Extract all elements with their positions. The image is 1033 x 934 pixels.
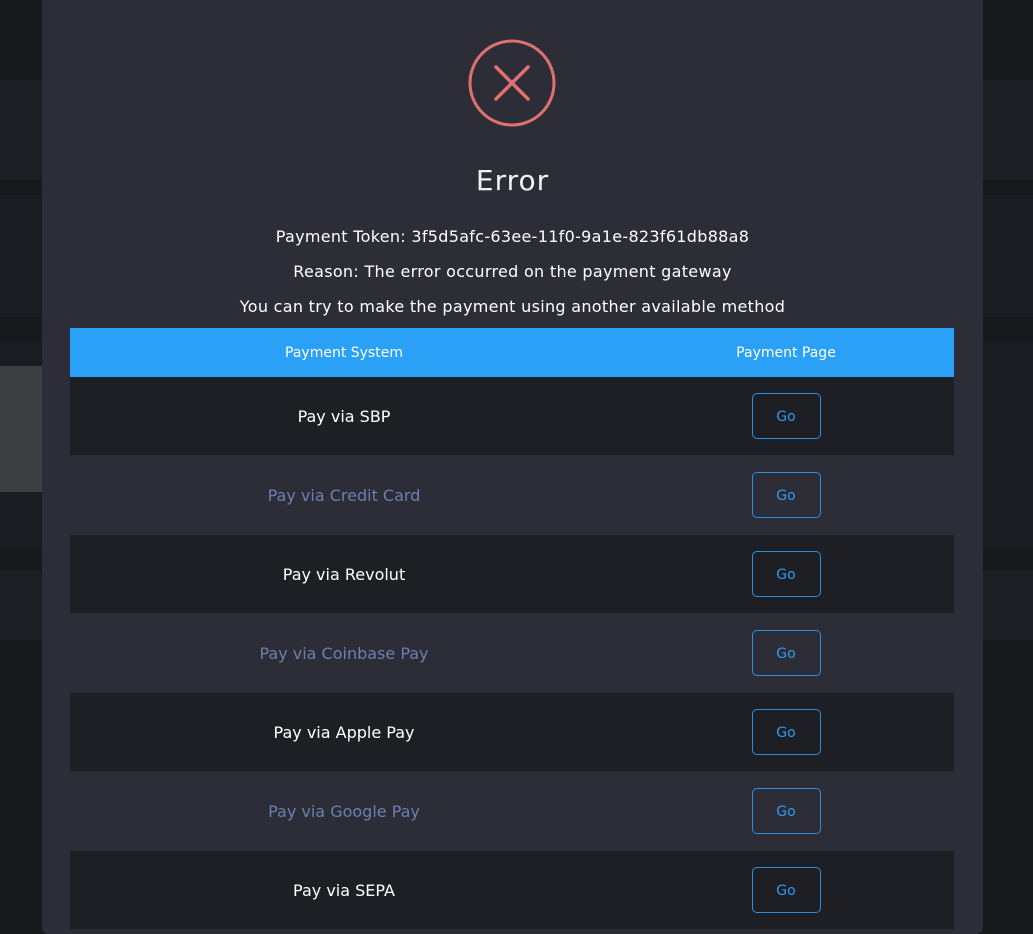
table-row: Pay via SEPA Go (70, 851, 954, 930)
row-action-cell: Go (618, 709, 954, 755)
error-x-circle-icon (468, 39, 556, 127)
payment-system-name: Pay via Credit Card (267, 485, 421, 505)
payment-methods-table: Payment System Payment Page Pay via SBP … (70, 328, 954, 930)
column-header-payment-page: Payment Page (736, 344, 836, 361)
table-row: Pay via Google Pay Go (70, 772, 954, 851)
payment-system-name: Pay via Revolut (282, 564, 406, 584)
row-action-cell: Go (618, 472, 954, 518)
go-button-google-pay[interactable]: Go (751, 788, 821, 834)
payment-token-text: Payment Token: 3f5d5afc-63ee-11f0-9a1e-8… (275, 227, 750, 246)
go-button-apple-pay[interactable]: Go (751, 709, 821, 755)
table-row: Pay via SBP Go (70, 377, 954, 456)
table-row: Pay via Credit Card Go (70, 456, 954, 535)
go-button-sepa[interactable]: Go (751, 867, 821, 913)
row-action-cell: Go (618, 867, 954, 913)
table-row: Pay via Revolut Go (70, 535, 954, 614)
row-action-cell: Go (618, 630, 954, 676)
payment-system-name: Pay via Coinbase Pay (259, 643, 429, 663)
table-header: Payment System Payment Page (70, 328, 954, 377)
payment-system-name: Pay via Apple Pay (273, 722, 415, 742)
payment-system-name: Pay via Google Pay (268, 801, 420, 821)
payment-system-name: Pay via SBP (297, 406, 391, 426)
row-action-cell: Go (618, 393, 954, 439)
go-button-revolut[interactable]: Go (751, 551, 821, 597)
payment-error-modal: Error Payment Token: 3f5d5afc-63ee-11f0-… (42, 0, 983, 934)
table-row: Pay via Coinbase Pay Go (70, 614, 954, 693)
row-action-cell: Go (618, 551, 954, 597)
go-button-coinbase-pay[interactable]: Go (751, 630, 821, 676)
column-header-payment-system: Payment System (285, 344, 403, 361)
go-button-sbp[interactable]: Go (751, 393, 821, 439)
row-action-cell: Go (618, 788, 954, 834)
background-image-placeholder (0, 366, 42, 492)
table-row: Pay via Apple Pay Go (70, 693, 954, 772)
error-reason-text: Reason: The error occurred on the paymen… (293, 262, 732, 281)
payment-system-name: Pay via SEPA (293, 880, 395, 900)
retry-hint-text: You can try to make the payment using an… (239, 297, 786, 316)
modal-title: Error (475, 164, 550, 197)
go-button-credit-card[interactable]: Go (751, 472, 821, 518)
